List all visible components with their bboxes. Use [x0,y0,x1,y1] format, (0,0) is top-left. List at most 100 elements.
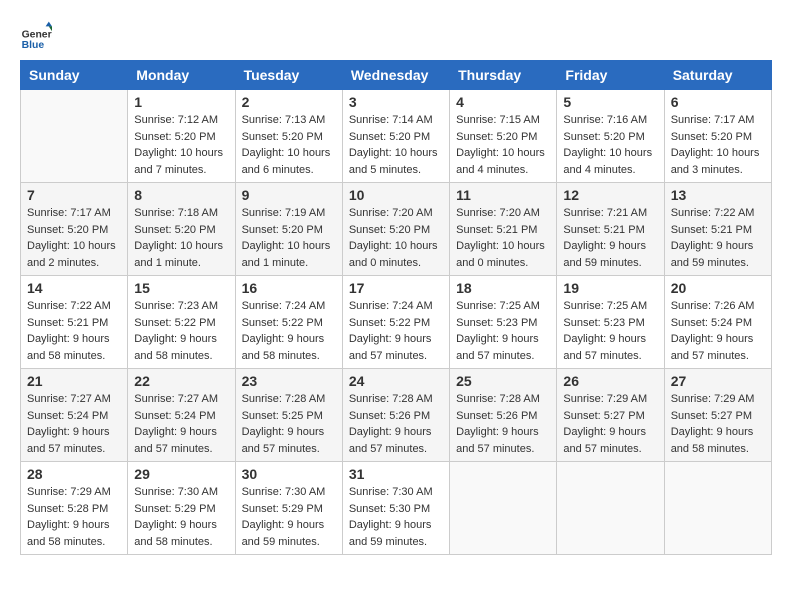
calendar-day-cell: 31 Sunrise: 7:30 AM Sunset: 5:30 PM Dayli… [342,462,449,555]
day-number: 1 [134,94,228,110]
day-number: 11 [456,187,550,203]
calendar-day-cell: 12Sunrise: 7:21 AM Sunset: 5:21 PM Dayli… [557,183,664,276]
day-number: 16 [242,280,336,296]
calendar-day-cell: 20Sunrise: 7:26 AM Sunset: 5:24 PM Dayli… [664,276,771,369]
day-info: Sunrise: 7:15 AM Sunset: 5:20 PM Dayligh… [456,112,550,178]
calendar-day-cell: 3Sunrise: 7:14 AM Sunset: 5:20 PM Daylig… [342,90,449,183]
page-header: General Blue [20,20,772,52]
day-number: 4 [456,94,550,110]
day-number: 19 [563,280,657,296]
day-number: 31 [349,466,443,482]
day-info: Sunrise: 7:14 AM Sunset: 5:20 PM Dayligh… [349,112,443,178]
day-info: Sunrise: 7:13 AM Sunset: 5:20 PM Dayligh… [242,112,336,178]
day-number: 21 [27,373,121,389]
calendar-week-row: 28 Sunrise: 7:29 AM Sunset: 5:28 PM Dayli… [21,462,772,555]
day-info: Sunrise: 7:30 AM Sunset: 5:30 PM Dayligh… [349,484,443,550]
day-info: Sunrise: 7:18 AM Sunset: 5:20 PM Dayligh… [134,205,228,271]
day-info: Sunrise: 7:17 AM Sunset: 5:20 PM Dayligh… [671,112,765,178]
day-number: 2 [242,94,336,110]
logo-icon: General Blue [20,20,52,52]
logo: General Blue [20,20,54,52]
day-number: 25 [456,373,550,389]
calendar-day-cell: 11 Sunrise: 7:20 AM Sunset: 5:21 PM Dayli… [450,183,557,276]
day-info: Sunrise: 7:28 AM Sunset: 5:25 PM Dayligh… [242,391,336,457]
calendar-day-cell: 4 Sunrise: 7:15 AM Sunset: 5:20 PM Daylig… [450,90,557,183]
svg-text:Blue: Blue [22,40,45,51]
day-info: Sunrise: 7:12 AM Sunset: 5:20 PM Dayligh… [134,112,228,178]
weekday-header-cell: Wednesday [342,61,449,90]
day-info: Sunrise: 7:20 AM Sunset: 5:20 PM Dayligh… [349,205,443,271]
weekday-header-cell: Monday [128,61,235,90]
calendar-day-cell [450,462,557,555]
day-info: Sunrise: 7:24 AM Sunset: 5:22 PM Dayligh… [349,298,443,364]
day-number: 29 [134,466,228,482]
day-number: 24 [349,373,443,389]
calendar-table: SundayMondayTuesdayWednesdayThursdayFrid… [20,60,772,555]
calendar-day-cell [557,462,664,555]
day-info: Sunrise: 7:27 AM Sunset: 5:24 PM Dayligh… [134,391,228,457]
weekday-header-cell: Thursday [450,61,557,90]
calendar-day-cell: 9Sunrise: 7:19 AM Sunset: 5:20 PM Daylig… [235,183,342,276]
day-info: Sunrise: 7:25 AM Sunset: 5:23 PM Dayligh… [456,298,550,364]
calendar-day-cell: 27 Sunrise: 7:29 AM Sunset: 5:27 PM Dayli… [664,369,771,462]
calendar-week-row: 7 Sunrise: 7:17 AM Sunset: 5:20 PM Daylig… [21,183,772,276]
day-info: Sunrise: 7:24 AM Sunset: 5:22 PM Dayligh… [242,298,336,364]
day-info: Sunrise: 7:30 AM Sunset: 5:29 PM Dayligh… [134,484,228,550]
day-info: Sunrise: 7:22 AM Sunset: 5:21 PM Dayligh… [671,205,765,271]
calendar-day-cell: 7 Sunrise: 7:17 AM Sunset: 5:20 PM Daylig… [21,183,128,276]
calendar-week-row: 1 Sunrise: 7:12 AM Sunset: 5:20 PM Daylig… [21,90,772,183]
weekday-header-cell: Saturday [664,61,771,90]
day-info: Sunrise: 7:28 AM Sunset: 5:26 PM Dayligh… [456,391,550,457]
day-number: 7 [27,187,121,203]
day-number: 26 [563,373,657,389]
day-number: 6 [671,94,765,110]
calendar-day-cell: 2 Sunrise: 7:13 AM Sunset: 5:20 PM Daylig… [235,90,342,183]
weekday-header-row: SundayMondayTuesdayWednesdayThursdayFrid… [21,61,772,90]
calendar-day-cell: 28 Sunrise: 7:29 AM Sunset: 5:28 PM Dayli… [21,462,128,555]
calendar-week-row: 21 Sunrise: 7:27 AM Sunset: 5:24 PM Dayli… [21,369,772,462]
day-number: 18 [456,280,550,296]
day-info: Sunrise: 7:30 AM Sunset: 5:29 PM Dayligh… [242,484,336,550]
day-info: Sunrise: 7:17 AM Sunset: 5:20 PM Dayligh… [27,205,121,271]
day-info: Sunrise: 7:27 AM Sunset: 5:24 PM Dayligh… [27,391,121,457]
calendar-body: 1 Sunrise: 7:12 AM Sunset: 5:20 PM Daylig… [21,90,772,555]
calendar-week-row: 14Sunrise: 7:22 AM Sunset: 5:21 PM Dayli… [21,276,772,369]
day-info: Sunrise: 7:26 AM Sunset: 5:24 PM Dayligh… [671,298,765,364]
day-number: 15 [134,280,228,296]
calendar-day-cell: 19Sunrise: 7:25 AM Sunset: 5:23 PM Dayli… [557,276,664,369]
calendar-day-cell: 23 Sunrise: 7:28 AM Sunset: 5:25 PM Dayli… [235,369,342,462]
calendar-day-cell: 30Sunrise: 7:30 AM Sunset: 5:29 PM Dayli… [235,462,342,555]
calendar-day-cell: 17Sunrise: 7:24 AM Sunset: 5:22 PM Dayli… [342,276,449,369]
calendar-day-cell: 14Sunrise: 7:22 AM Sunset: 5:21 PM Dayli… [21,276,128,369]
day-number: 10 [349,187,443,203]
calendar-day-cell: 13 Sunrise: 7:22 AM Sunset: 5:21 PM Dayli… [664,183,771,276]
calendar-day-cell: 8 Sunrise: 7:18 AM Sunset: 5:20 PM Daylig… [128,183,235,276]
day-info: Sunrise: 7:28 AM Sunset: 5:26 PM Dayligh… [349,391,443,457]
calendar-day-cell [664,462,771,555]
calendar-day-cell: 22 Sunrise: 7:27 AM Sunset: 5:24 PM Dayli… [128,369,235,462]
day-info: Sunrise: 7:29 AM Sunset: 5:28 PM Dayligh… [27,484,121,550]
day-info: Sunrise: 7:29 AM Sunset: 5:27 PM Dayligh… [563,391,657,457]
calendar-day-cell: 5Sunrise: 7:16 AM Sunset: 5:20 PM Daylig… [557,90,664,183]
day-number: 22 [134,373,228,389]
weekday-header-cell: Tuesday [235,61,342,90]
calendar-day-cell: 15Sunrise: 7:23 AM Sunset: 5:22 PM Dayli… [128,276,235,369]
day-number: 23 [242,373,336,389]
calendar-day-cell: 6 Sunrise: 7:17 AM Sunset: 5:20 PM Daylig… [664,90,771,183]
day-info: Sunrise: 7:16 AM Sunset: 5:20 PM Dayligh… [563,112,657,178]
day-number: 14 [27,280,121,296]
day-number: 28 [27,466,121,482]
calendar-day-cell: 16 Sunrise: 7:24 AM Sunset: 5:22 PM Dayli… [235,276,342,369]
day-number: 27 [671,373,765,389]
day-info: Sunrise: 7:20 AM Sunset: 5:21 PM Dayligh… [456,205,550,271]
day-number: 13 [671,187,765,203]
calendar-day-cell [21,90,128,183]
day-info: Sunrise: 7:29 AM Sunset: 5:27 PM Dayligh… [671,391,765,457]
weekday-header-cell: Friday [557,61,664,90]
calendar-day-cell: 18 Sunrise: 7:25 AM Sunset: 5:23 PM Dayli… [450,276,557,369]
day-number: 12 [563,187,657,203]
day-number: 8 [134,187,228,203]
calendar-day-cell: 10 Sunrise: 7:20 AM Sunset: 5:20 PM Dayli… [342,183,449,276]
calendar-day-cell: 25 Sunrise: 7:28 AM Sunset: 5:26 PM Dayli… [450,369,557,462]
calendar-day-cell: 24 Sunrise: 7:28 AM Sunset: 5:26 PM Dayli… [342,369,449,462]
